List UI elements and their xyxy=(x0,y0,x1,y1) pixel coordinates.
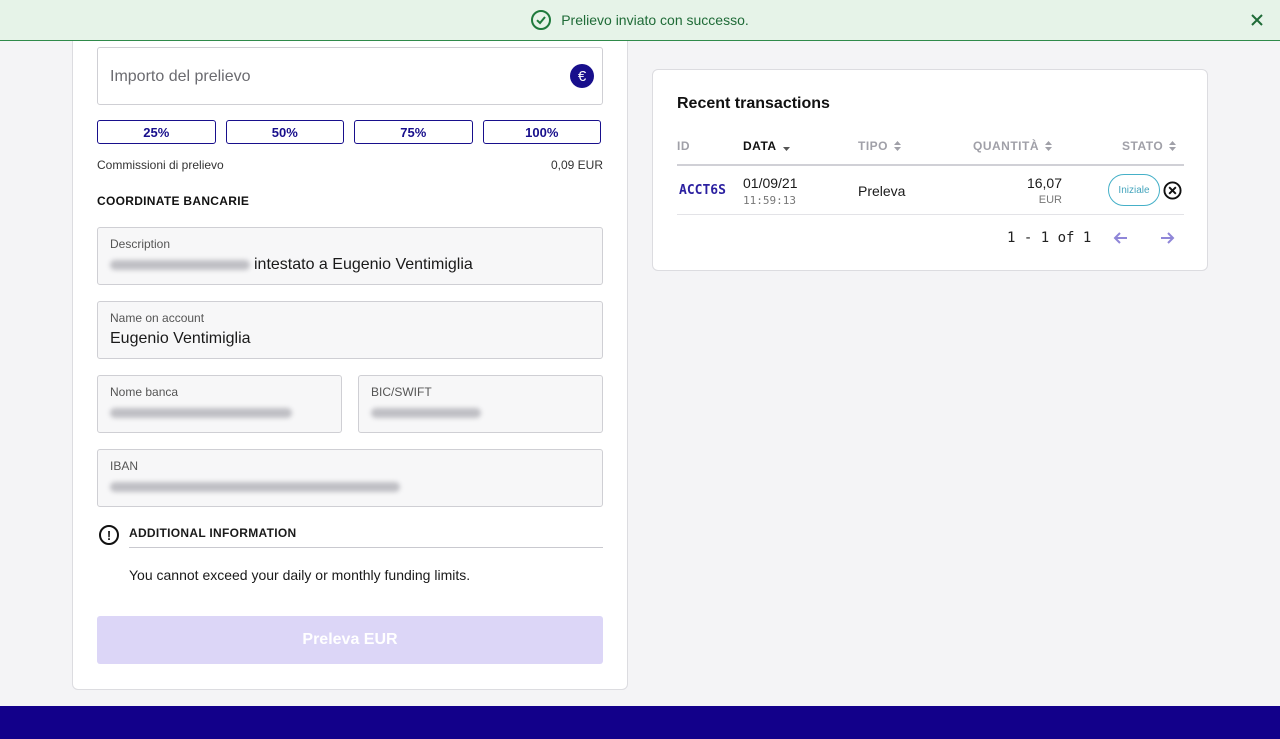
fee-row: Commissioni di prelievo 0,09 EUR xyxy=(97,158,603,172)
arrow-right-icon[interactable] xyxy=(1159,230,1175,246)
bank-name-label: Nome banca xyxy=(110,385,179,399)
transaction-type: Preleva xyxy=(858,183,906,199)
transaction-id-link[interactable]: ACCT6S xyxy=(679,183,726,198)
iban-field[interactable]: IBAN xyxy=(97,449,603,507)
iban-label: IBAN xyxy=(110,459,139,473)
info-title: ADDITIONAL INFORMATION xyxy=(129,526,297,540)
account-name-label: Name on account xyxy=(110,311,205,325)
column-header-id-label: ID xyxy=(677,139,690,153)
percent-75-button[interactable]: 75% xyxy=(354,120,473,144)
redacted-text xyxy=(371,407,481,418)
account-name-field[interactable]: Name on account Eugenio Ventimiglia xyxy=(97,301,603,359)
column-header-status-label: STATO xyxy=(1122,139,1164,153)
info-text: You cannot exceed your daily or monthly … xyxy=(129,567,471,583)
sort-desc-icon xyxy=(782,147,790,151)
cancel-circle-icon[interactable] xyxy=(1163,181,1182,200)
column-header-id: ID xyxy=(677,139,690,153)
sort-icon xyxy=(1169,141,1177,151)
recent-transactions-panel: Recent transactions ID DATA TIPO QUANTIT… xyxy=(652,69,1208,271)
redacted-text xyxy=(110,259,250,270)
table-row-divider xyxy=(677,214,1184,215)
fee-label: Commissioni di prelievo xyxy=(97,158,224,172)
close-icon[interactable] xyxy=(1250,13,1264,27)
column-header-type-label: TIPO xyxy=(858,139,889,153)
table-header-divider xyxy=(677,164,1184,166)
column-header-type[interactable]: TIPO xyxy=(858,139,902,153)
amount-input[interactable]: Importo del prelievo € xyxy=(97,47,603,105)
redacted-text xyxy=(110,407,292,418)
percent-25-button[interactable]: 25% xyxy=(97,120,216,144)
description-label: Description xyxy=(110,237,171,251)
percent-buttons: 25% 50% 75% 100% xyxy=(97,120,601,144)
arrow-left-icon[interactable] xyxy=(1113,230,1129,246)
check-circle-icon xyxy=(531,10,552,30)
transactions-title: Recent transactions xyxy=(677,95,830,112)
column-header-date[interactable]: DATA xyxy=(743,139,790,153)
percent-100-button[interactable]: 100% xyxy=(482,120,601,144)
description-value: intestato a Eugenio Ventimiglia xyxy=(110,256,473,274)
euro-icon: € xyxy=(570,64,594,88)
info-divider xyxy=(129,547,603,548)
amount-placeholder: Importo del prelievo xyxy=(110,68,251,85)
bank-name-value xyxy=(110,404,292,422)
column-header-amount[interactable]: QUANTITÀ xyxy=(973,139,1052,153)
pagination-status: 1 - 1 of 1 xyxy=(1007,230,1092,246)
transaction-time: 11:59:13 xyxy=(743,194,796,207)
bic-field[interactable]: BIC/SWIFT xyxy=(358,375,603,433)
sort-icon xyxy=(894,141,902,151)
column-header-date-label: DATA xyxy=(743,139,777,153)
toast-message: Prelievo inviato con successo. xyxy=(561,12,749,28)
description-field[interactable]: Description intestato a Eugenio Ventimig… xyxy=(97,227,603,285)
transaction-date: 01/09/21 xyxy=(743,175,798,191)
column-header-status[interactable]: STATO xyxy=(1122,139,1177,153)
status-badge: Iniziale xyxy=(1108,174,1160,206)
column-header-amount-label: QUANTITÀ xyxy=(973,139,1039,153)
withdraw-form-panel: Importo del prelievo € 25% 50% 75% 100% … xyxy=(72,20,628,690)
footer-bar xyxy=(0,706,1280,739)
bic-label: BIC/SWIFT xyxy=(371,385,432,399)
success-toast: Prelievo inviato con successo. xyxy=(0,0,1280,41)
account-name-value: Eugenio Ventimiglia xyxy=(110,330,251,347)
percent-50-button[interactable]: 50% xyxy=(225,120,344,144)
description-text: intestato a Eugenio Ventimiglia xyxy=(254,256,473,273)
withdraw-submit-button[interactable]: Preleva EUR xyxy=(97,616,603,664)
bic-value xyxy=(371,404,481,422)
transaction-amount: 16,07 xyxy=(1026,175,1062,191)
fee-value: 0,09 EUR xyxy=(550,158,603,172)
bank-section-title: COORDINATE BANCARIE xyxy=(97,194,250,208)
bank-name-field[interactable]: Nome banca xyxy=(97,375,342,433)
redacted-text xyxy=(110,481,400,492)
transaction-currency: EUR xyxy=(1038,194,1062,206)
exclamation-circle-icon: ! xyxy=(99,525,119,545)
sort-icon xyxy=(1045,141,1052,151)
iban-value xyxy=(110,478,400,496)
